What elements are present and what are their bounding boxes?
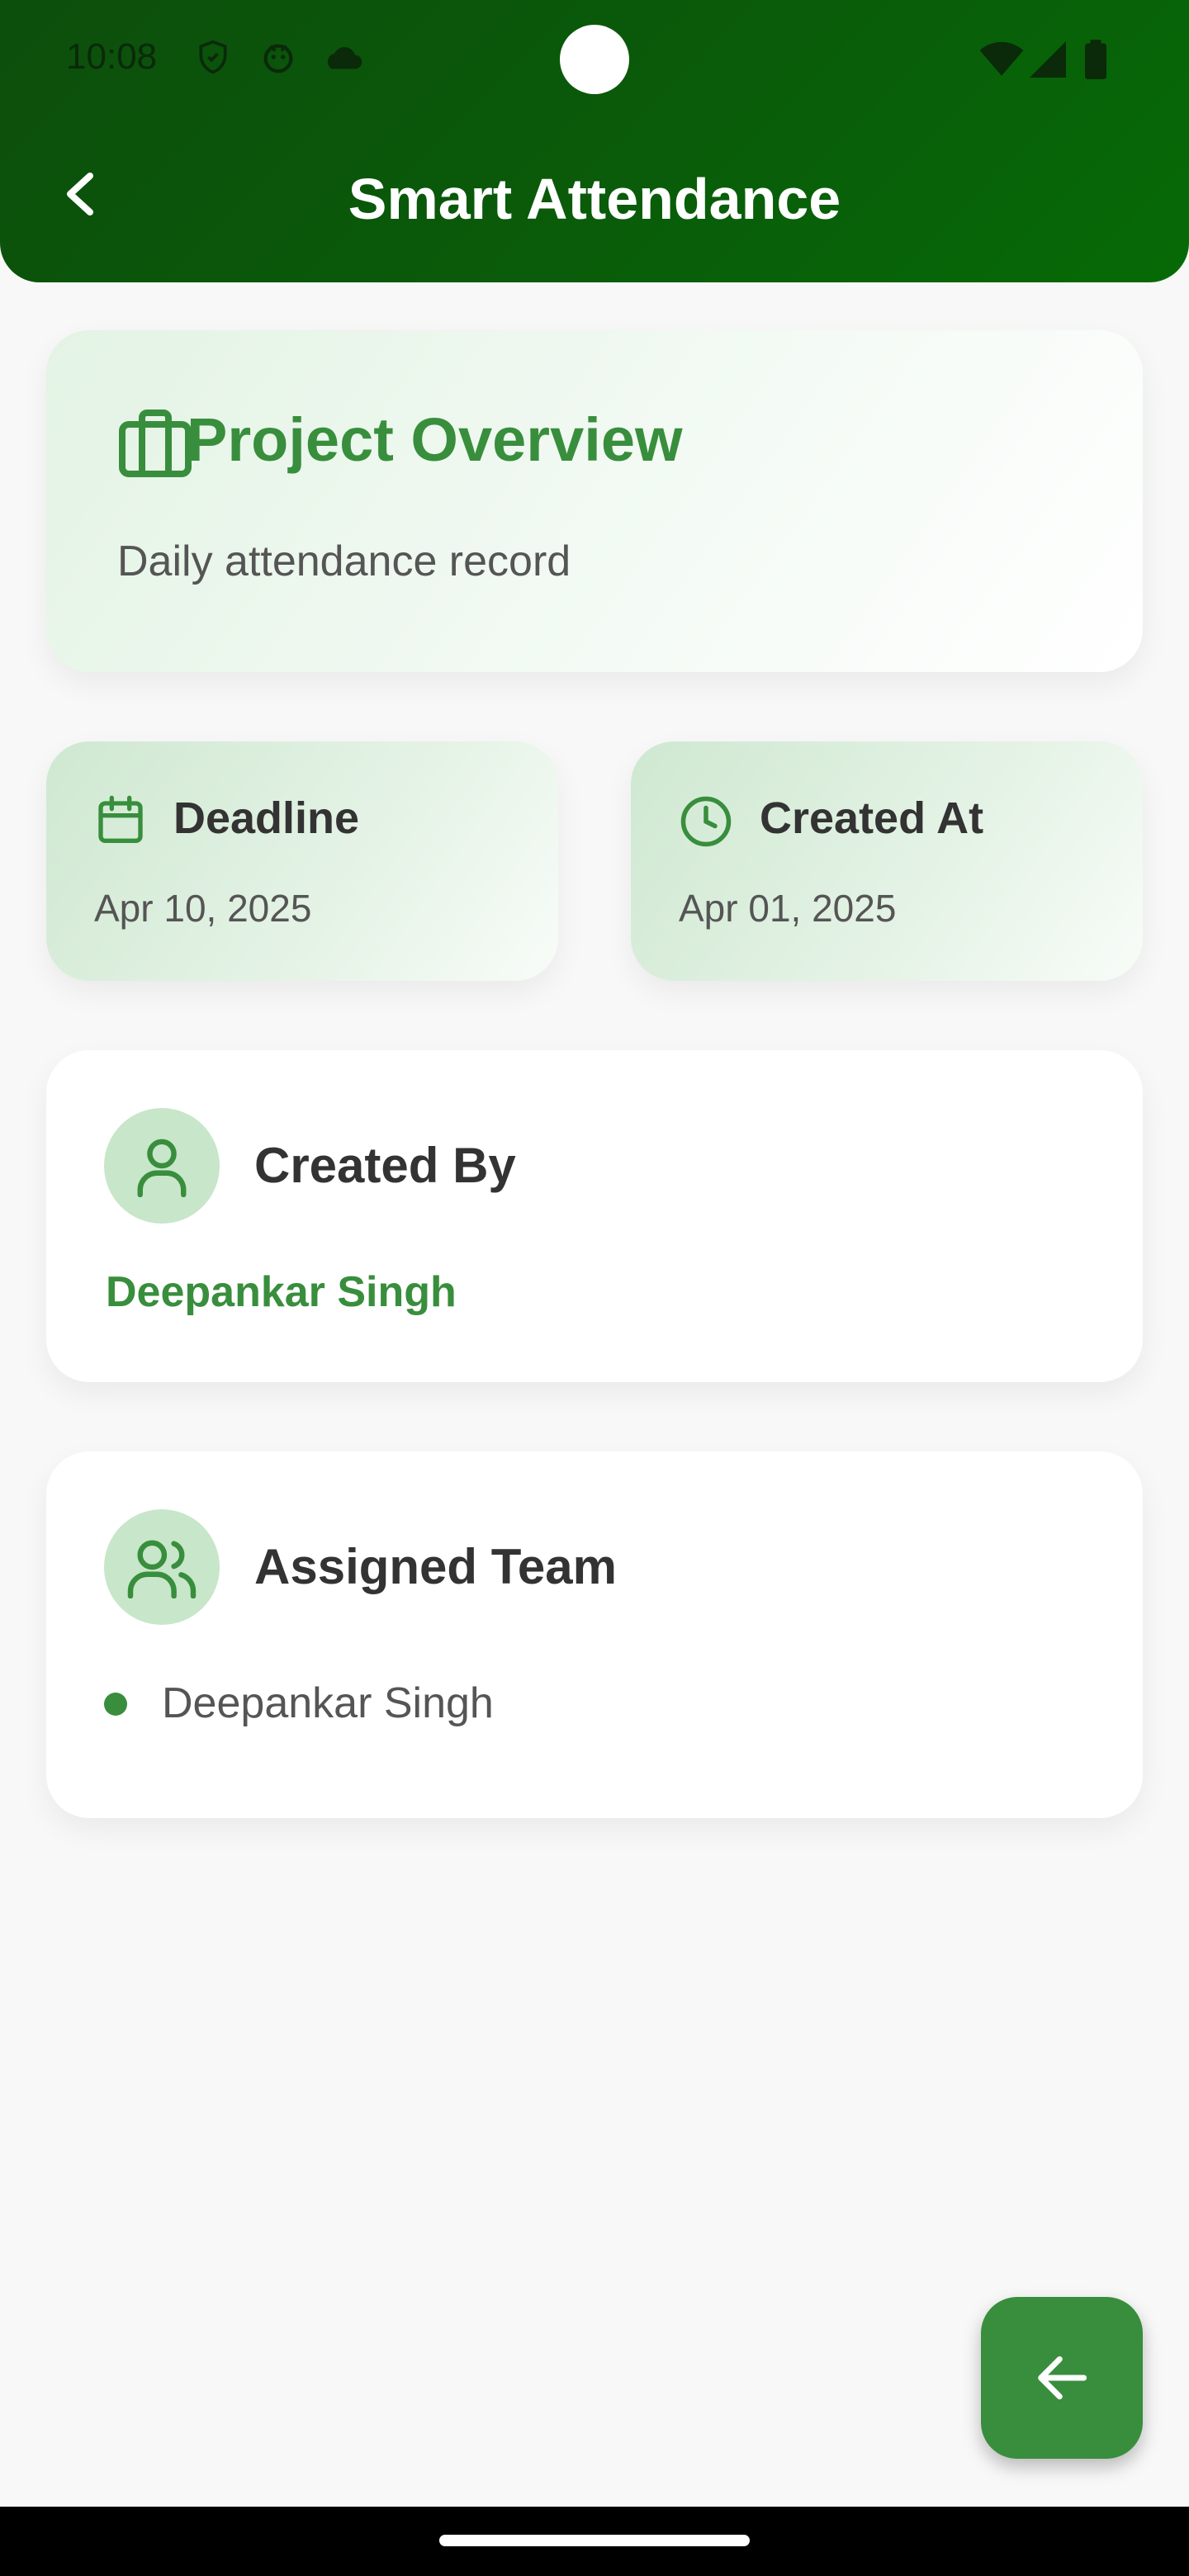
page-title: Smart Attendance <box>348 167 841 231</box>
deadline-card <box>46 741 558 981</box>
bullet-dot <box>104 1693 127 1716</box>
project-overview-card <box>46 330 1143 672</box>
created-by-label: Created By <box>254 1138 516 1193</box>
wifi-icon <box>979 41 1024 82</box>
camera-cutout <box>560 25 629 94</box>
created-at-value: Apr 01, 2025 <box>679 887 897 930</box>
home-indicator[interactable] <box>439 2535 750 2546</box>
assigned-team-card <box>46 1451 1143 1818</box>
users-icon <box>127 1540 197 1598</box>
cloud-status-icon <box>322 45 363 75</box>
team-member-name: Deepankar Singh <box>162 1679 494 1727</box>
team-avatar <box>104 1509 220 1625</box>
status-time: 10:08 <box>66 36 158 77</box>
battery-icon <box>1085 40 1106 83</box>
calendar-icon <box>94 793 147 851</box>
deadline-label: Deadline <box>173 793 360 843</box>
created-at-card <box>631 741 1143 981</box>
clock-icon <box>679 794 733 853</box>
briefcase-icon <box>116 408 195 481</box>
project-overview-title: Project Overview <box>187 405 683 474</box>
deadline-value: Apr 10, 2025 <box>94 887 312 930</box>
back-fab-button[interactable] <box>981 2297 1143 2459</box>
creator-name: Deepankar Singh <box>106 1268 457 1316</box>
shield-status-icon <box>195 38 231 80</box>
project-description: Daily attendance record <box>117 537 571 585</box>
created-at-label: Created At <box>760 793 984 843</box>
assigned-team-label: Assigned Team <box>254 1539 618 1594</box>
created-by-card <box>46 1050 1143 1382</box>
user-icon <box>137 1139 187 1197</box>
arrow-left-icon <box>1038 2356 1087 2400</box>
app-status-icon <box>259 38 297 80</box>
status-bar: 10:08 <box>0 0 1189 124</box>
signal-icon <box>1029 41 1067 82</box>
creator-avatar <box>104 1108 220 1224</box>
